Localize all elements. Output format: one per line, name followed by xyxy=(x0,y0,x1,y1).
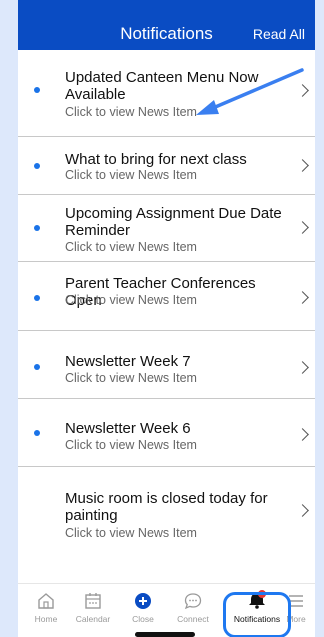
calendar-icon xyxy=(85,593,101,609)
home-icon xyxy=(38,593,54,609)
tab-label: Connect xyxy=(177,614,209,624)
notification-subtitle: Click to view News Item xyxy=(65,105,197,119)
notification-subtitle: Click to view News Item xyxy=(65,293,197,307)
plus-circle-icon xyxy=(135,593,151,609)
notification-row[interactable]: Parent Teacher Conferences Open Click to… xyxy=(18,262,315,331)
chevron-right-icon xyxy=(296,159,309,172)
tab-label: Calendar xyxy=(75,614,111,624)
tab-calendar[interactable]: Calendar xyxy=(65,584,121,634)
unread-dot xyxy=(34,295,40,301)
notification-row[interactable]: Music room is closed today for painting … xyxy=(18,467,315,550)
chat-bubble-icon xyxy=(184,593,202,610)
notification-subtitle: Click to view News Item xyxy=(65,371,197,385)
notification-row[interactable]: Updated Canteen Menu Now Available Click… xyxy=(18,50,315,137)
notification-title: Music room is closed today for painting xyxy=(65,490,268,524)
tab-close[interactable]: Close xyxy=(115,584,171,634)
home-indicator xyxy=(135,632,195,637)
unread-dot xyxy=(34,364,40,370)
notification-subtitle: Click to view News Item xyxy=(65,526,197,540)
chevron-right-icon xyxy=(296,504,309,517)
header-bar: Notifications Read All xyxy=(18,0,315,50)
notification-subtitle: Click to view News Item xyxy=(65,240,197,254)
notification-row[interactable]: Newsletter Week 6 Click to view News Ite… xyxy=(18,399,315,467)
unread-dot xyxy=(34,87,40,93)
notification-row[interactable]: What to bring for next class Click to vi… xyxy=(18,137,315,195)
notification-title: What to bring for next class xyxy=(65,151,247,168)
unread-dot xyxy=(34,163,40,169)
unread-dot xyxy=(34,225,40,231)
notification-list: Updated Canteen Menu Now Available Click… xyxy=(18,50,315,550)
highlight-outline xyxy=(223,592,291,637)
notification-subtitle: Click to view News Item xyxy=(65,438,197,452)
chevron-right-icon xyxy=(296,428,309,441)
chevron-right-icon xyxy=(296,84,309,97)
notification-title: Newsletter Week 6 xyxy=(65,420,191,437)
chevron-right-icon xyxy=(296,221,309,234)
read-all-button[interactable]: Read All xyxy=(253,26,305,42)
unread-dot xyxy=(34,430,40,436)
chevron-right-icon xyxy=(296,361,309,374)
tab-label: Close xyxy=(132,614,154,624)
tab-connect[interactable]: Connect xyxy=(165,584,221,634)
notification-title: Updated Canteen Menu Now Available xyxy=(65,69,259,103)
notification-row[interactable]: Upcoming Assignment Due Date Reminder Cl… xyxy=(18,195,315,262)
notification-title: Upcoming Assignment Due Date Reminder xyxy=(65,205,282,239)
chevron-right-icon xyxy=(296,291,309,304)
notification-row[interactable]: Newsletter Week 7 Click to view News Ite… xyxy=(18,331,315,399)
app-screen: Notifications Read All Updated Canteen M… xyxy=(18,0,315,637)
notification-subtitle: Click to view News Item xyxy=(65,168,197,182)
notification-title: Newsletter Week 7 xyxy=(65,353,191,370)
